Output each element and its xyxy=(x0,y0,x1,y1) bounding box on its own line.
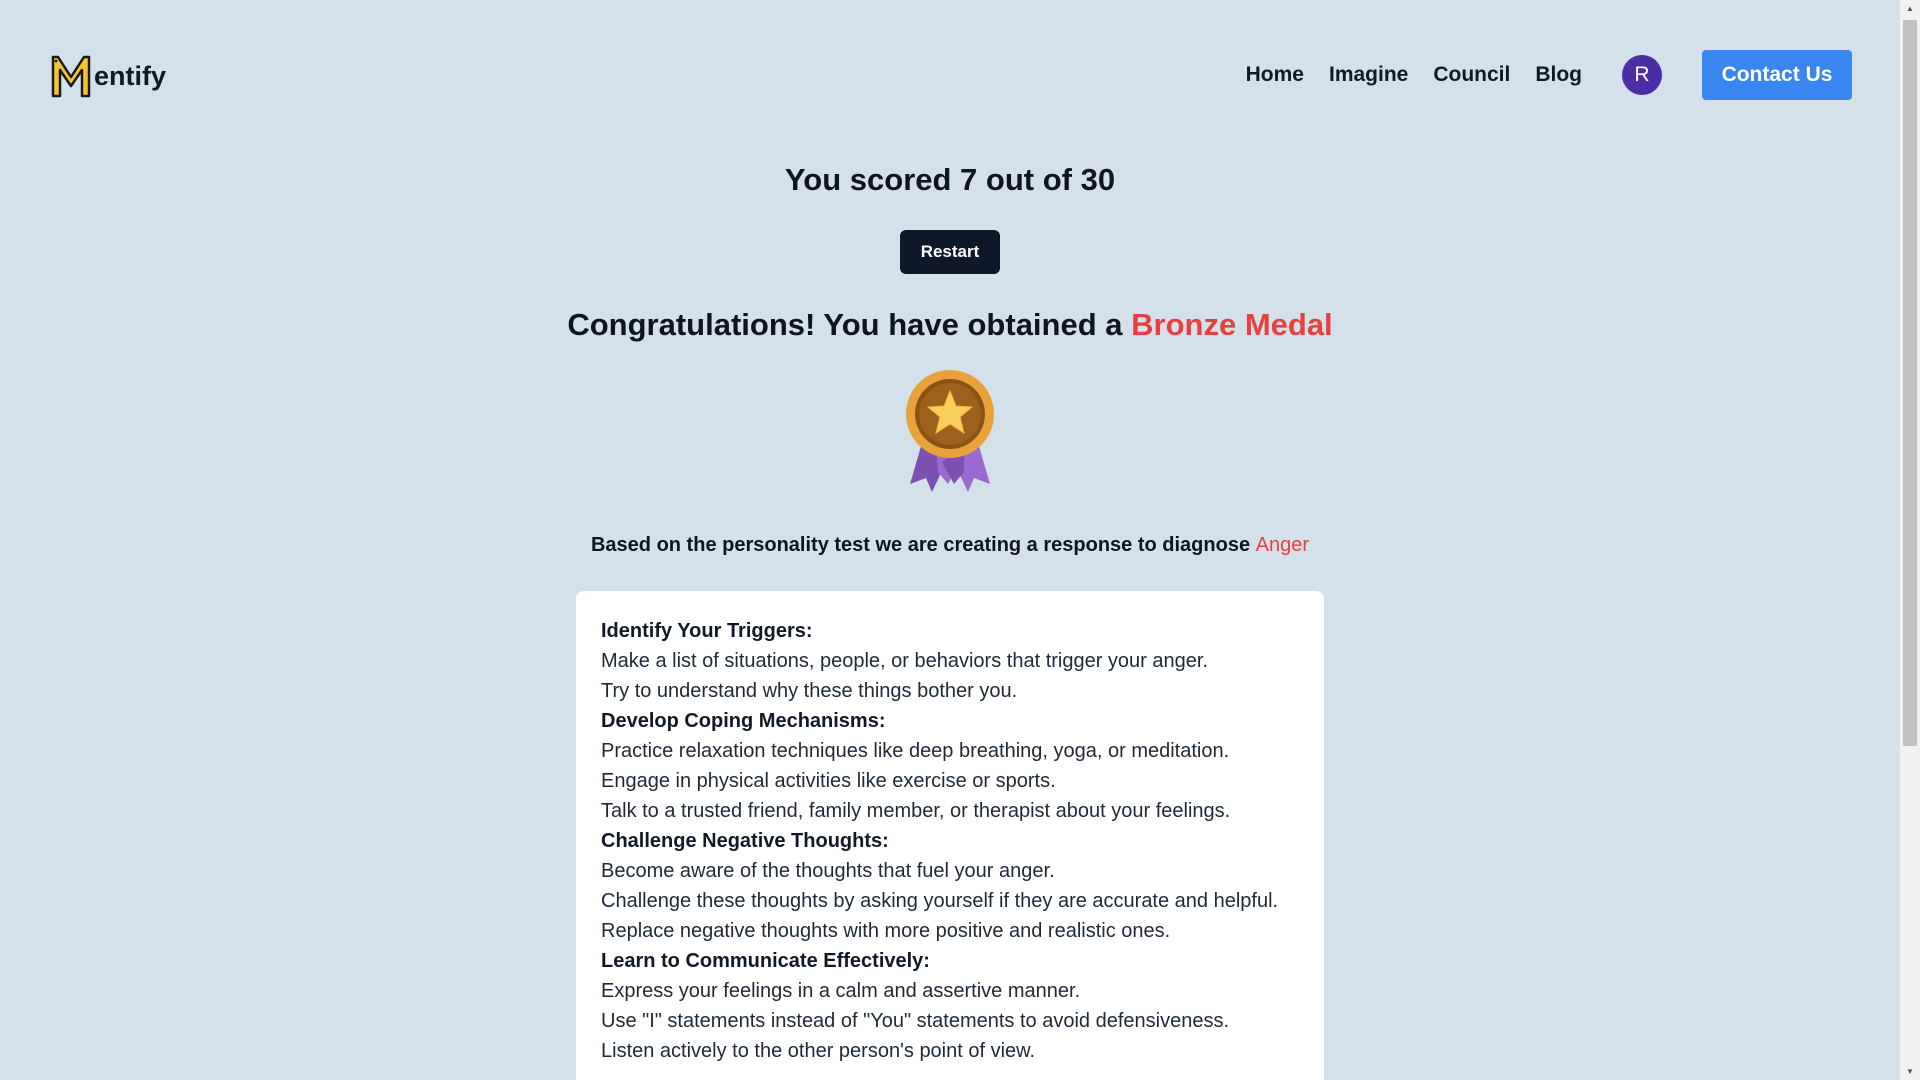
advice-tip: Talk to a trusted friend, family member,… xyxy=(601,800,1231,822)
diagnose-prefix: Based on the personality test we are cre… xyxy=(590,534,1256,556)
scrollbar-thumb[interactable] xyxy=(1903,20,1917,746)
diagnose-text: Based on the personality test we are cre… xyxy=(0,530,1900,560)
advice-tip: Practice relaxation techniques like deep… xyxy=(601,740,1230,762)
congrats-prefix: Congratulations! You have obtained a xyxy=(567,307,1132,342)
advice-section-title: Identify Your Triggers: xyxy=(601,620,813,642)
advice-card: Identify Your Triggers: Make a list of s… xyxy=(576,591,1324,1080)
restart-button[interactable]: Restart xyxy=(900,230,1000,274)
nav-imagine-link[interactable]: Imagine xyxy=(1329,63,1408,87)
user-avatar[interactable]: R xyxy=(1622,55,1662,95)
congrats-heading: Congratulations! You have obtained a Bro… xyxy=(0,303,1900,347)
nav-blog-link[interactable]: Blog xyxy=(1535,63,1582,87)
advice-tip: Listen actively to the other person's po… xyxy=(601,1040,1036,1062)
scroll-down-arrow-icon[interactable]: ▼ xyxy=(1900,1063,1920,1080)
diagnosis-label: Anger xyxy=(1255,534,1309,556)
advice-tip: Use "I" statements instead of "You" stat… xyxy=(601,1010,1230,1032)
mentify-m-logo-icon xyxy=(51,55,91,98)
scroll-up-arrow-icon[interactable]: ▲ xyxy=(1900,0,1920,17)
logo-text: entify xyxy=(94,61,167,91)
nav-home-link[interactable]: Home xyxy=(1246,63,1304,87)
advice-tip: Become aware of the thoughts that fuel y… xyxy=(601,860,1055,882)
medal-name: Bronze Medal xyxy=(1131,307,1333,342)
advice-section-title: Challenge Negative Thoughts: xyxy=(601,830,889,852)
restart-container: Restart xyxy=(0,230,1900,274)
nav-council-link[interactable]: Council xyxy=(1433,63,1510,87)
advice-tip: Challenge these thoughts by asking yours… xyxy=(601,890,1279,912)
medal-container xyxy=(0,368,1900,503)
advice-tip: Replace negative thoughts with more posi… xyxy=(601,920,1171,942)
advice-section-title: Learn to Communicate Effectively: xyxy=(601,950,930,972)
advice-tip: Make a list of situations, people, or be… xyxy=(601,650,1209,672)
advice-tip: Engage in physical activities like exerc… xyxy=(601,770,1056,792)
bronze-medal-icon xyxy=(906,370,994,492)
advice-section-title: Develop Coping Mechanisms: xyxy=(601,710,886,732)
contact-us-button[interactable]: Contact Us xyxy=(1702,50,1852,100)
score-heading: You scored 7 out of 30 xyxy=(784,162,1116,197)
logo[interactable]: entify xyxy=(49,51,166,99)
advice-tip: Express your feelings in a calm and asse… xyxy=(601,980,1081,1002)
page-scrollbar[interactable]: ▲ ▼ xyxy=(1900,0,1920,1080)
page: entify Home Imagine Council Blog R Conta… xyxy=(0,0,1900,1080)
advice-tip: Try to understand why these things bothe… xyxy=(601,680,1018,702)
main-nav: Home Imagine Council Blog R Contact Us xyxy=(1221,49,1852,101)
